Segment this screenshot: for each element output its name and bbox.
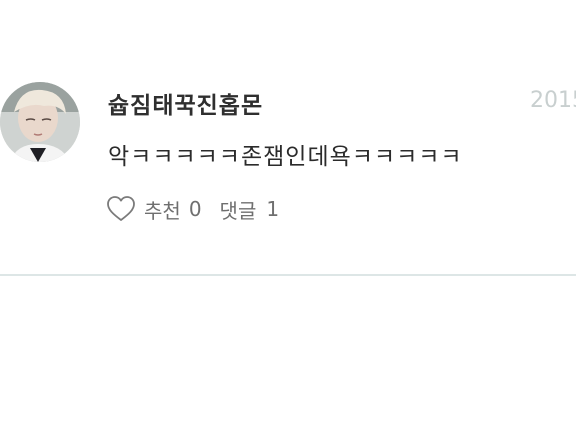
reply-button[interactable]: 댓글 1 bbox=[220, 195, 280, 224]
avatar-photo bbox=[0, 82, 80, 162]
like-button[interactable]: 추천 0 bbox=[106, 195, 202, 224]
reply-label: 댓글 bbox=[219, 198, 257, 223]
divider bbox=[0, 274, 576, 276]
comment-actions: 추천 0 댓글 1 bbox=[106, 194, 279, 224]
comment-text: 악ㅋㅋㅋㅋㅋ존잼인데욕ㅋㅋㅋㅋㅋ bbox=[108, 144, 463, 170]
like-count: 0 bbox=[188, 197, 202, 221]
avatar[interactable] bbox=[0, 82, 80, 162]
reply-count: 1 bbox=[266, 197, 280, 221]
comment-date: 2015 bbox=[530, 88, 576, 113]
like-label: 추천 bbox=[144, 198, 181, 223]
comment-item: 슙짐태꾹진홉몬 2015 악ㅋㅋㅋㅋㅋ존잼인데욕ㅋㅋㅋㅋㅋ 추천 0 댓글 1 bbox=[0, 0, 576, 276]
comment-author[interactable]: 슙짐태꾹진홉몬 bbox=[108, 86, 263, 120]
heart-outline-icon bbox=[107, 196, 135, 221]
